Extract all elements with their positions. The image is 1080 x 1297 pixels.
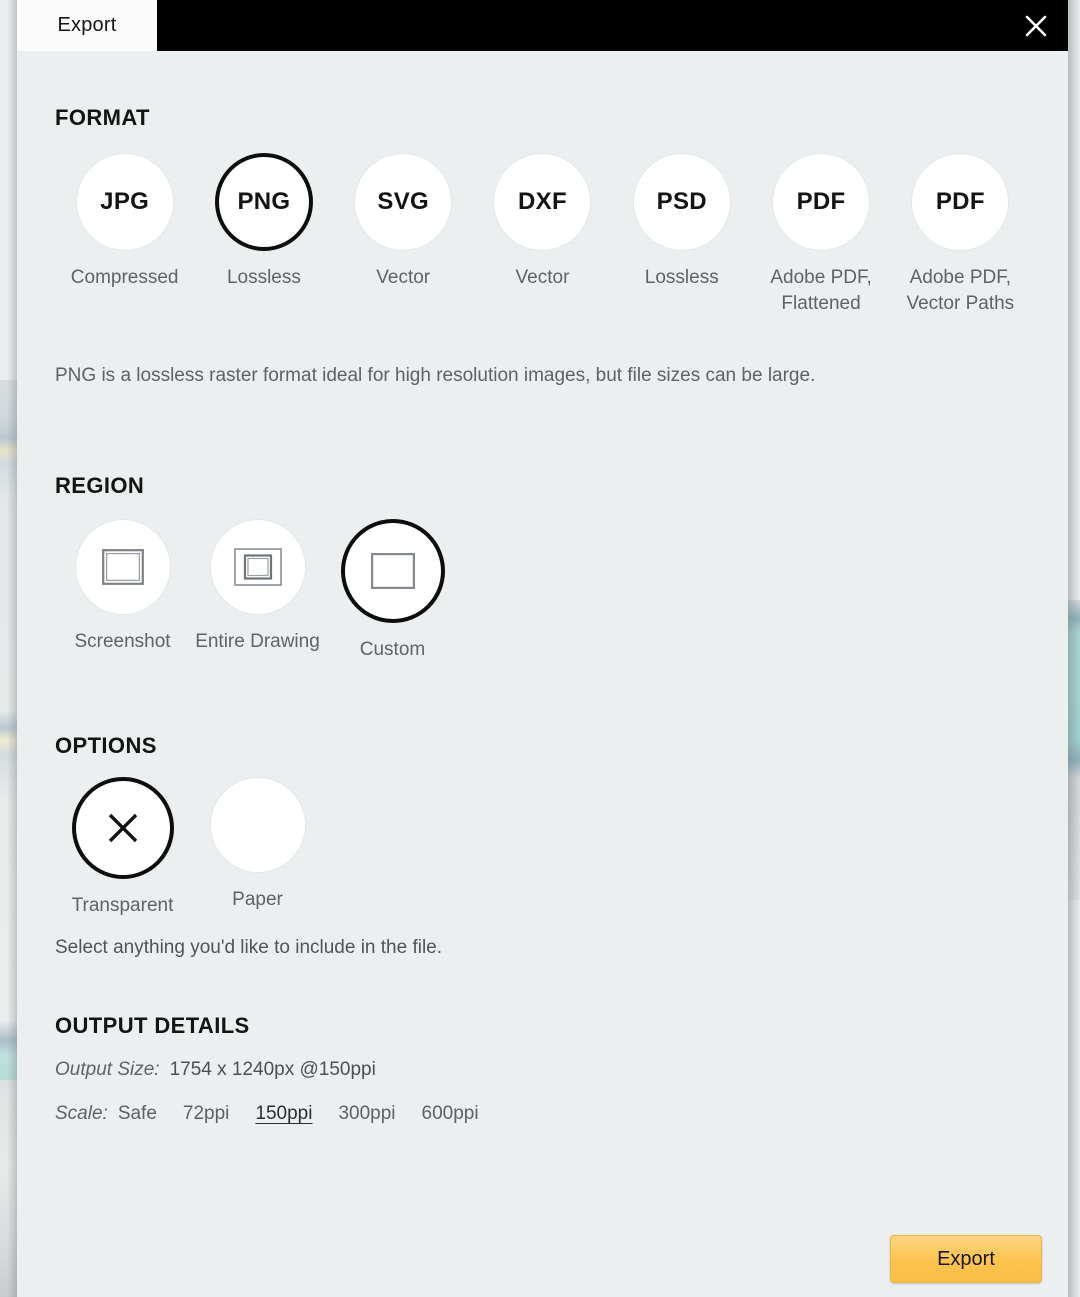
export-button[interactable]: Export — [890, 1235, 1042, 1283]
dialog-titlebar: Export — [17, 0, 1068, 51]
format-circle-svg: SVG — [354, 153, 453, 251]
region-options-row: Screenshot Entire Drawing Custom — [55, 519, 1030, 663]
format-option-psd[interactable]: PSD Lossless — [612, 153, 751, 291]
format-label-png: Lossless — [226, 267, 301, 288]
export-dialog: Export FORMAT JPG Compressed PNG Lossles… — [7, 0, 1080, 1297]
output-size-key: Output Size: — [55, 1059, 160, 1080]
format-label-jpg: Compressed — [70, 267, 179, 288]
format-label-psd: Lossless — [644, 267, 719, 288]
scale-option-72ppi[interactable]: 72ppi — [183, 1103, 230, 1125]
custom-frame-icon — [370, 553, 415, 589]
options-description: Select anything you'd like to include in… — [55, 937, 443, 958]
scale-option-safe[interactable]: Safe — [118, 1103, 157, 1125]
screenshot-frame-icon — [101, 549, 144, 585]
format-option-dxf[interactable]: DXF Vector — [473, 153, 612, 291]
tab-export-label: Export — [57, 14, 117, 36]
dialog-body: FORMAT JPG Compressed PNG Lossless SVG V… — [17, 51, 1068, 1297]
format-options-row: JPG Compressed PNG Lossless SVG Vector D… — [55, 153, 1030, 317]
format-label-pdf-vector: Adobe PDF, Vector Paths — [906, 267, 1015, 314]
scale-option-150ppi[interactable]: 150ppi — [255, 1103, 312, 1125]
format-circle-pdf-vector: PDF — [911, 153, 1010, 251]
format-code-pdf-vector: PDF — [935, 188, 985, 215]
region-circle-entire-drawing — [209, 519, 306, 615]
scale-line: Scale: Safe 72ppi 150ppi 300ppi 600ppi — [55, 1103, 1030, 1125]
scale-option-300ppi[interactable]: 300ppi — [338, 1103, 395, 1125]
entire-drawing-frame-icon — [233, 548, 282, 586]
close-button[interactable] — [1004, 0, 1068, 51]
format-option-svg[interactable]: SVG Vector — [334, 153, 473, 291]
format-option-png[interactable]: PNG Lossless — [194, 153, 333, 291]
output-size-line: Output Size: 1754 x 1240px @150ppi — [55, 1059, 1030, 1081]
output-size-value: 1754 x 1240px @150ppi — [169, 1059, 376, 1080]
format-label-dxf: Vector — [515, 267, 570, 288]
scale-key: Scale: — [55, 1103, 108, 1124]
region-circle-custom — [340, 519, 445, 623]
format-circle-png: PNG — [214, 153, 313, 251]
region-label-entire-drawing: Entire Drawing — [195, 631, 320, 652]
format-description: PNG is a lossless raster format ideal fo… — [55, 365, 816, 386]
transparent-x-icon — [108, 813, 137, 843]
format-option-jpg[interactable]: JPG Compressed — [55, 153, 194, 291]
format-option-pdf-flattened[interactable]: PDF Adobe PDF, Flattened — [751, 153, 890, 317]
format-code-psd: PSD — [656, 188, 707, 215]
format-option-pdf-vector[interactable]: PDF Adobe PDF, Vector Paths — [891, 153, 1030, 317]
options-item-paper[interactable]: Paper — [190, 777, 325, 913]
format-label-pdf-flattened: Adobe PDF, Flattened — [770, 267, 872, 314]
format-circle-pdf-flattened: PDF — [772, 153, 871, 251]
region-section-title: REGION — [55, 473, 145, 498]
region-circle-screenshot — [74, 519, 171, 615]
region-label-custom: Custom — [359, 639, 426, 660]
format-code-dxf: DXF — [518, 188, 567, 215]
output-details-section-title: OUTPUT DETAILS — [55, 1013, 250, 1038]
region-option-screenshot[interactable]: Screenshot — [55, 519, 190, 655]
format-circle-jpg: JPG — [75, 153, 174, 251]
format-code-jpg: JPG — [100, 188, 150, 215]
format-section-title: FORMAT — [55, 105, 150, 130]
options-circle-paper — [209, 777, 306, 873]
options-label-paper: Paper — [232, 889, 283, 910]
region-label-screenshot: Screenshot — [74, 631, 171, 652]
format-code-svg: SVG — [377, 188, 429, 215]
titlebar-spacer — [157, 0, 1004, 51]
format-code-pdf-flattened: PDF — [796, 188, 846, 215]
options-item-transparent[interactable]: Transparent — [55, 777, 190, 919]
options-items-row: Transparent Paper — [55, 777, 1030, 919]
format-code-png: PNG — [237, 188, 291, 215]
close-icon — [1025, 15, 1047, 36]
export-button-label: Export — [937, 1247, 995, 1270]
format-circle-psd: PSD — [632, 153, 731, 251]
options-circle-transparent — [71, 777, 174, 879]
region-option-entire-drawing[interactable]: Entire Drawing — [190, 519, 325, 655]
region-option-custom[interactable]: Custom — [325, 519, 460, 663]
format-circle-dxf: DXF — [493, 153, 592, 251]
format-label-svg: Vector — [376, 267, 431, 288]
options-section-title: OPTIONS — [55, 733, 157, 758]
scale-options-list: Safe 72ppi 150ppi 300ppi 600ppi — [118, 1103, 505, 1125]
tab-export[interactable]: Export — [17, 0, 157, 51]
scale-option-600ppi[interactable]: 600ppi — [422, 1103, 479, 1125]
options-label-transparent: Transparent — [71, 895, 174, 916]
